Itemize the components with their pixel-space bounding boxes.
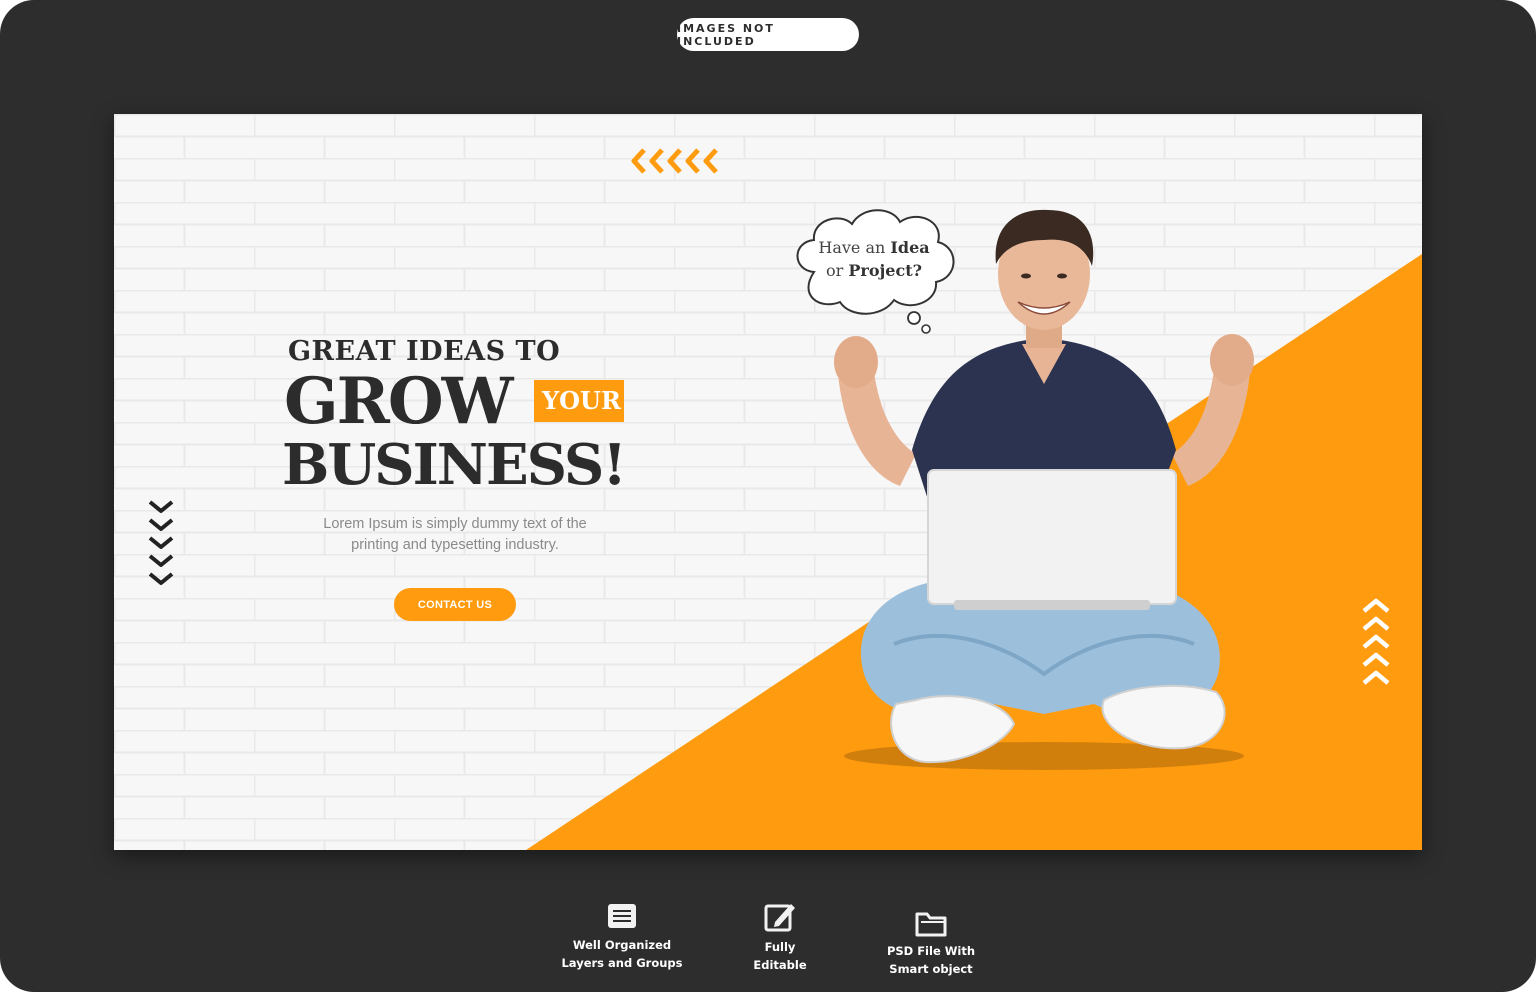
body-line-2: printing and typesetting industry. — [351, 537, 559, 553]
feature-editable-line-2: Editable — [753, 958, 807, 972]
images-not-included-badge: IMAGES NOT INCLUDED — [677, 18, 859, 51]
feature-psd: PSD File With Smart object — [872, 908, 990, 978]
folder-icon — [915, 912, 947, 937]
feature-layers-line-1: Well Organized — [572, 938, 672, 952]
headline-grow: GROW — [284, 364, 513, 439]
headline-your: YOUR — [542, 386, 621, 415]
headline-business: BUSINESS! — [282, 432, 627, 498]
layers-icon — [608, 904, 636, 928]
feature-layers-line-2: Layers and Groups — [561, 956, 683, 970]
features-row: Well Organized Layers and Groups Fully E… — [0, 880, 1536, 992]
body-text: Lorem Ipsum is simply dummy text of the … — [284, 514, 626, 556]
feature-editable: Fully Editable — [735, 900, 825, 974]
left-chevrons-icon — [631, 148, 718, 174]
feature-psd-line-2: Smart object — [889, 962, 973, 976]
banner: GREAT IDEAS TO GROW YOUR BUSINESS! Lorem… — [114, 114, 1422, 850]
feature-layers: Well Organized Layers and Groups — [548, 900, 696, 972]
feature-psd-line-1: PSD File With — [886, 944, 976, 958]
body-line-1: Lorem Ipsum is simply dummy text of the — [323, 516, 587, 532]
headline-great-ideas: GREAT IDEAS TO — [288, 336, 561, 367]
preview-frame: IMAGES NOT INCLUDED GREAT IDEAS TO GROW … — [0, 0, 1536, 992]
down-chevrons-icon — [148, 500, 174, 585]
up-chevrons-icon — [1362, 598, 1390, 685]
contact-us-button[interactable]: CONTACT US — [394, 588, 516, 621]
feature-editable-line-1: Fully — [764, 940, 796, 954]
man-with-laptop-image — [834, 209, 1254, 770]
edit-icon — [764, 904, 795, 932]
